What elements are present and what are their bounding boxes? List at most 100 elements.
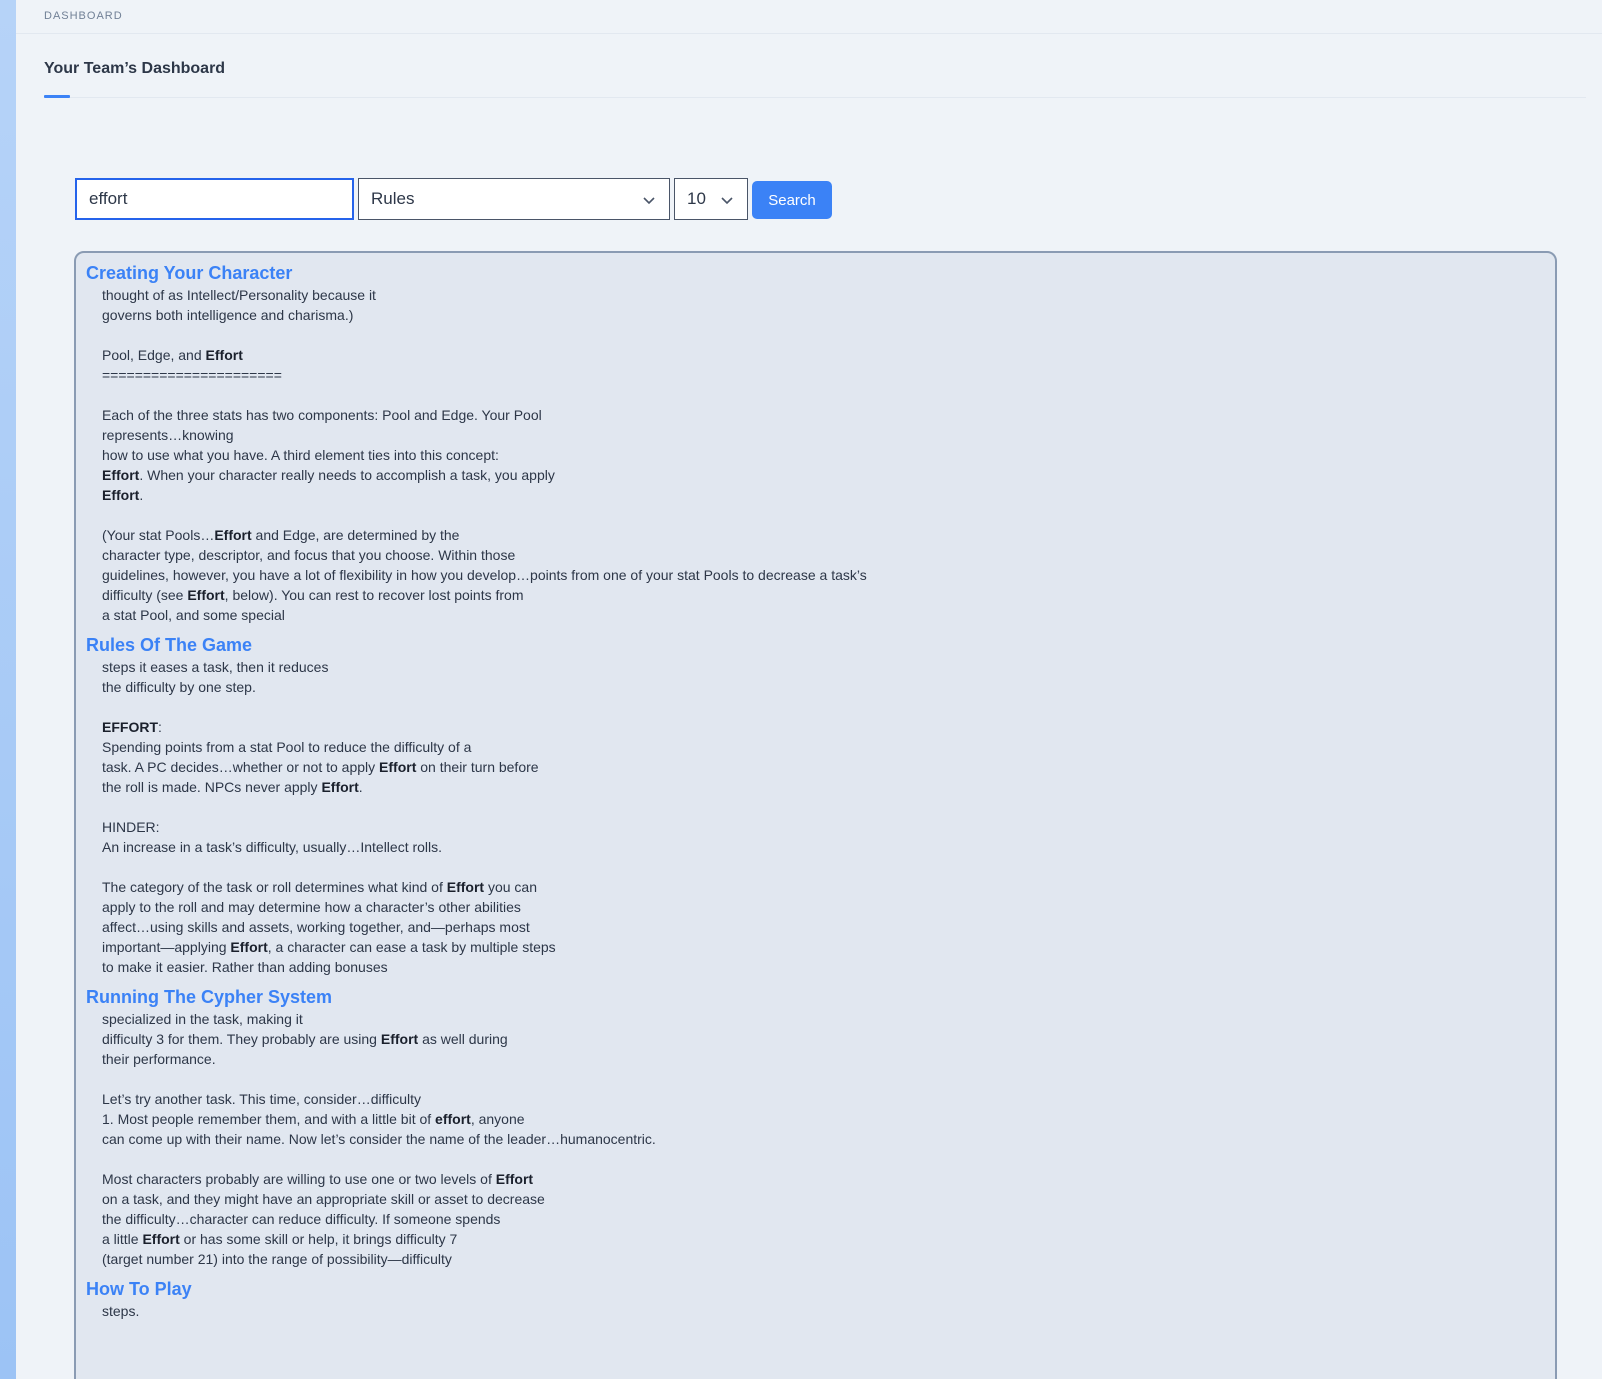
result-title-link[interactable]: Running The Cypher System — [86, 985, 1555, 1009]
search-result: Running The Cypher System specialized in … — [86, 985, 1555, 1269]
result-title-link[interactable]: How To Play — [86, 1277, 1555, 1301]
excerpt-line: specialized in the task, making it — [102, 1009, 1555, 1029]
excerpt-line: a stat Pool, and some special — [102, 605, 1555, 625]
chevron-down-icon — [643, 197, 655, 205]
excerpt-text: , a character can ease a task by multipl… — [267, 939, 556, 955]
excerpt-line: a little Effort or has some skill or hel… — [102, 1229, 1555, 1249]
results-panel[interactable]: Creating Your Character thought of as Int… — [74, 251, 1557, 1379]
result-title-link[interactable]: Creating Your Character — [86, 261, 1555, 285]
excerpt-text: . — [358, 779, 363, 795]
excerpt-line: thought of as Intellect/Personality beca… — [102, 285, 1555, 305]
excerpt-text: specialized in the task, making it — [102, 1011, 303, 1027]
excerpt-line: to make it easier. Rather than adding bo… — [102, 957, 1555, 977]
excerpt-line: ====================== — [102, 365, 1555, 385]
search-input[interactable] — [75, 178, 354, 220]
chevron-down-icon — [721, 197, 733, 205]
excerpt-line: character type, descriptor, and focus th… — [102, 545, 1555, 565]
highlighted-term: Effort — [321, 779, 359, 795]
highlighted-term: Effort — [102, 487, 140, 503]
excerpt-text: , anyone — [470, 1111, 525, 1127]
excerpt-line: difficulty 3 for them. They probably are… — [102, 1029, 1555, 1049]
excerpt-text: (target number 21) into the range of pos… — [102, 1251, 452, 1267]
tab-bar: Your Team’s Dashboard — [44, 34, 1586, 98]
excerpt-text: : — [158, 719, 162, 735]
excerpt-text: The category of the task or roll determi… — [102, 879, 447, 895]
excerpt-line: guidelines, however, you have a lot of f… — [102, 565, 1555, 585]
excerpt-text: the roll is made. NPCs never apply — [102, 779, 322, 795]
excerpt-text: Most characters probably are willing to … — [102, 1171, 496, 1187]
excerpt-text: thought of as Intellect/Personality beca… — [102, 287, 376, 303]
excerpt-line: task. A PC decides…whether or not to app… — [102, 757, 1555, 777]
highlighted-term: EFFORT — [102, 719, 158, 735]
result-count-select[interactable]: 10 — [674, 178, 748, 220]
excerpt-line: Effort. — [102, 485, 1555, 505]
excerpt-text: An increase in a task’s difficulty, usua… — [102, 839, 443, 855]
highlighted-term: Effort — [495, 1171, 534, 1187]
search-result: Rules Of The Game steps it eases a task, … — [86, 633, 1555, 977]
excerpt-text: . — [139, 487, 144, 503]
excerpt-text: on their turn before — [416, 759, 539, 775]
breadcrumb: DASHBOARD — [44, 10, 123, 22]
excerpt-line: affect…using skills and assets, working … — [102, 917, 1555, 937]
excerpt-line: difficulty (see Effort, below). You can … — [102, 585, 1555, 605]
result-title-link[interactable]: Rules Of The Game — [86, 633, 1555, 657]
highlighted-term: Effort — [102, 467, 140, 483]
excerpt-text: on a task, and they might have an approp… — [102, 1191, 545, 1207]
excerpt-text: steps. — [102, 1303, 140, 1319]
excerpt-text: task. A PC decides…whether or not to app… — [102, 759, 380, 775]
excerpt-text: difficulty (see — [102, 587, 188, 603]
excerpt-line: their performance. — [102, 1049, 1555, 1069]
excerpt-line: Let’s try another task. This time, consi… — [102, 1089, 1555, 1109]
highlighted-term: Effort — [446, 879, 485, 895]
excerpt-line: the difficulty…character can reduce diff… — [102, 1209, 1555, 1229]
excerpt-text: their performance. — [102, 1051, 216, 1067]
excerpt-text: 1. Most people remember them, and with a… — [102, 1111, 436, 1127]
highlighted-term: effort — [435, 1111, 471, 1127]
excerpt-text: steps it eases a task, then it reduces — [102, 659, 329, 675]
excerpt-text: how to use what you have. A third elemen… — [102, 447, 499, 463]
excerpt-text: Each of the three stats has two componen… — [102, 407, 542, 423]
excerpt-text: a little — [102, 1231, 143, 1247]
search-result: How To Play steps. — [86, 1277, 1555, 1321]
excerpt-line: the difficulty by one step. — [102, 677, 1555, 697]
excerpt-text: (Your stat Pools… — [102, 527, 215, 543]
result-count-value: 10 — [687, 189, 706, 208]
excerpt-line: how to use what you have. A third elemen… — [102, 445, 1555, 465]
excerpt-text: guidelines, however, you have a lot of f… — [102, 567, 867, 583]
excerpt-line: steps. — [102, 1301, 1555, 1321]
highlighted-term: Effort — [230, 939, 268, 955]
excerpt-line: Spending points from a stat Pool to redu… — [102, 737, 1555, 757]
excerpt-text: apply to the roll and may determine how … — [102, 899, 521, 915]
highlighted-term: Effort — [205, 347, 243, 363]
excerpt-line: Effort. When your character really needs… — [102, 465, 1555, 485]
search-result: Creating Your Character thought of as Int… — [86, 261, 1555, 625]
excerpt-line: apply to the roll and may determine how … — [102, 897, 1555, 917]
excerpt-text: Let’s try another task. This time, consi… — [102, 1091, 422, 1107]
excerpt-line: (target number 21) into the range of pos… — [102, 1249, 1555, 1269]
category-select[interactable]: Rules — [358, 178, 670, 220]
excerpt-line: the roll is made. NPCs never apply Effor… — [102, 777, 1555, 797]
excerpt-text: or has some skill or help, it brings dif… — [179, 1231, 458, 1247]
excerpt-text: the difficulty by one step. — [102, 679, 256, 695]
excerpt-text: . When your character really needs to ac… — [139, 467, 555, 483]
tab-team-dashboard[interactable]: Your Team’s Dashboard — [44, 60, 225, 78]
excerpt-text: to make it easier. Rather than adding bo… — [102, 959, 388, 975]
search-button[interactable]: Search — [752, 181, 832, 219]
excerpt-line: can come up with their name. Now let’s c… — [102, 1129, 1555, 1149]
excerpt-line: HINDER: — [102, 817, 1555, 837]
excerpt-line: Most characters probably are willing to … — [102, 1169, 1555, 1189]
excerpt-line: 1. Most people remember them, and with a… — [102, 1109, 1555, 1129]
excerpt-text: Pool, Edge, and — [102, 347, 206, 363]
excerpt-text: you can — [484, 879, 537, 895]
top-bar: DASHBOARD — [16, 0, 1602, 34]
excerpt-text: the difficulty…character can reduce diff… — [102, 1211, 501, 1227]
excerpt-text: can come up with their name. Now let’s c… — [102, 1131, 656, 1147]
excerpt-text: , below). You can rest to recover lost p… — [224, 587, 524, 603]
left-rail — [0, 0, 16, 1379]
